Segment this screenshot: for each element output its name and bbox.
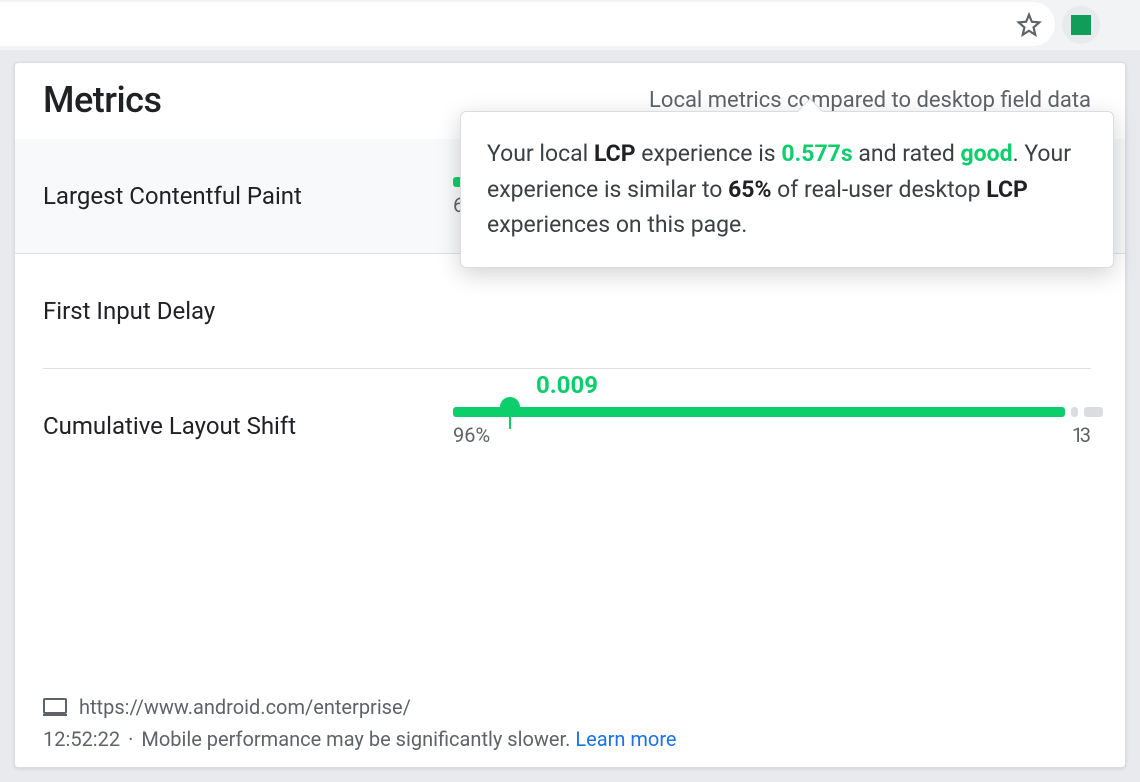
metric-distribution-chart xyxy=(453,292,1091,330)
learn-more-link[interactable]: Learn more xyxy=(575,727,676,751)
metric-name: Cumulative Layout Shift xyxy=(43,412,453,440)
lcp-tooltip: Your local LCP experience is 0.577s and … xyxy=(460,111,1114,268)
distribution-bar xyxy=(453,407,1091,417)
metric-name: First Input Delay xyxy=(43,297,453,325)
tooltip-text: and rated xyxy=(853,140,961,167)
panel-title: Metrics xyxy=(43,79,161,121)
page-url: https://www.android.com/enterprise/ xyxy=(79,695,411,719)
footer-note-line: 12:52:22 · Mobile performance may be signi… xyxy=(43,727,1097,751)
omnibox[interactable] xyxy=(0,2,1055,46)
distribution-segment-good xyxy=(453,407,1065,417)
metric-row[interactable]: Cumulative Layout Shift0.00996%13 xyxy=(43,369,1091,483)
star-icon xyxy=(1016,12,1042,38)
footer-url-line: https://www.android.com/enterprise/ xyxy=(43,695,1097,719)
distribution-label: 96% xyxy=(453,423,490,447)
tooltip-text: experience is xyxy=(636,140,782,167)
tooltip-text: experiences on this page. xyxy=(487,211,747,238)
bookmark-button[interactable] xyxy=(1012,8,1046,42)
browser-chrome-strip xyxy=(0,0,1140,50)
device-desktop-icon xyxy=(43,698,67,716)
extension-indicator[interactable] xyxy=(1062,6,1100,44)
separator-dot-icon: · xyxy=(128,727,133,751)
metrics-panel: Metrics Local metrics compared to deskto… xyxy=(14,62,1126,768)
viewport: Metrics Local metrics compared to deskto… xyxy=(0,0,1140,782)
distribution-labels: 96%13 xyxy=(453,423,1091,445)
distribution-label: 3 xyxy=(1080,423,1091,447)
footer-time: 12:52:22 xyxy=(43,727,120,751)
tooltip-text: of real-user desktop xyxy=(771,176,986,203)
metric-row[interactable]: First Input Delay xyxy=(43,254,1091,369)
tooltip-metric-abbr: LCP xyxy=(986,176,1028,203)
extension-icon xyxy=(1071,15,1091,35)
tooltip-value: 0.577s xyxy=(781,140,852,167)
distribution-segment-gray xyxy=(1071,407,1077,417)
tooltip-share: 65% xyxy=(728,176,771,203)
metric-local-value: 0.009 xyxy=(536,371,598,399)
panel-subtitle: Local metrics compared to desktop field … xyxy=(649,88,1091,113)
tooltip-metric-abbr: LCP xyxy=(594,140,636,167)
distribution-labels xyxy=(453,308,1091,330)
metric-name: Largest Contentful Paint xyxy=(43,182,453,210)
metric-distribution-chart: 0.00996%13 xyxy=(453,407,1091,445)
distribution-bar xyxy=(453,292,1091,302)
footer-note: Mobile performance may be significantly … xyxy=(141,727,570,751)
tooltip-text: Your local xyxy=(487,140,594,167)
tooltip-rating: good xyxy=(961,140,1013,167)
distribution-segment-gray xyxy=(1084,407,1103,417)
panel-footer: https://www.android.com/enterprise/ 12:5… xyxy=(15,685,1125,767)
